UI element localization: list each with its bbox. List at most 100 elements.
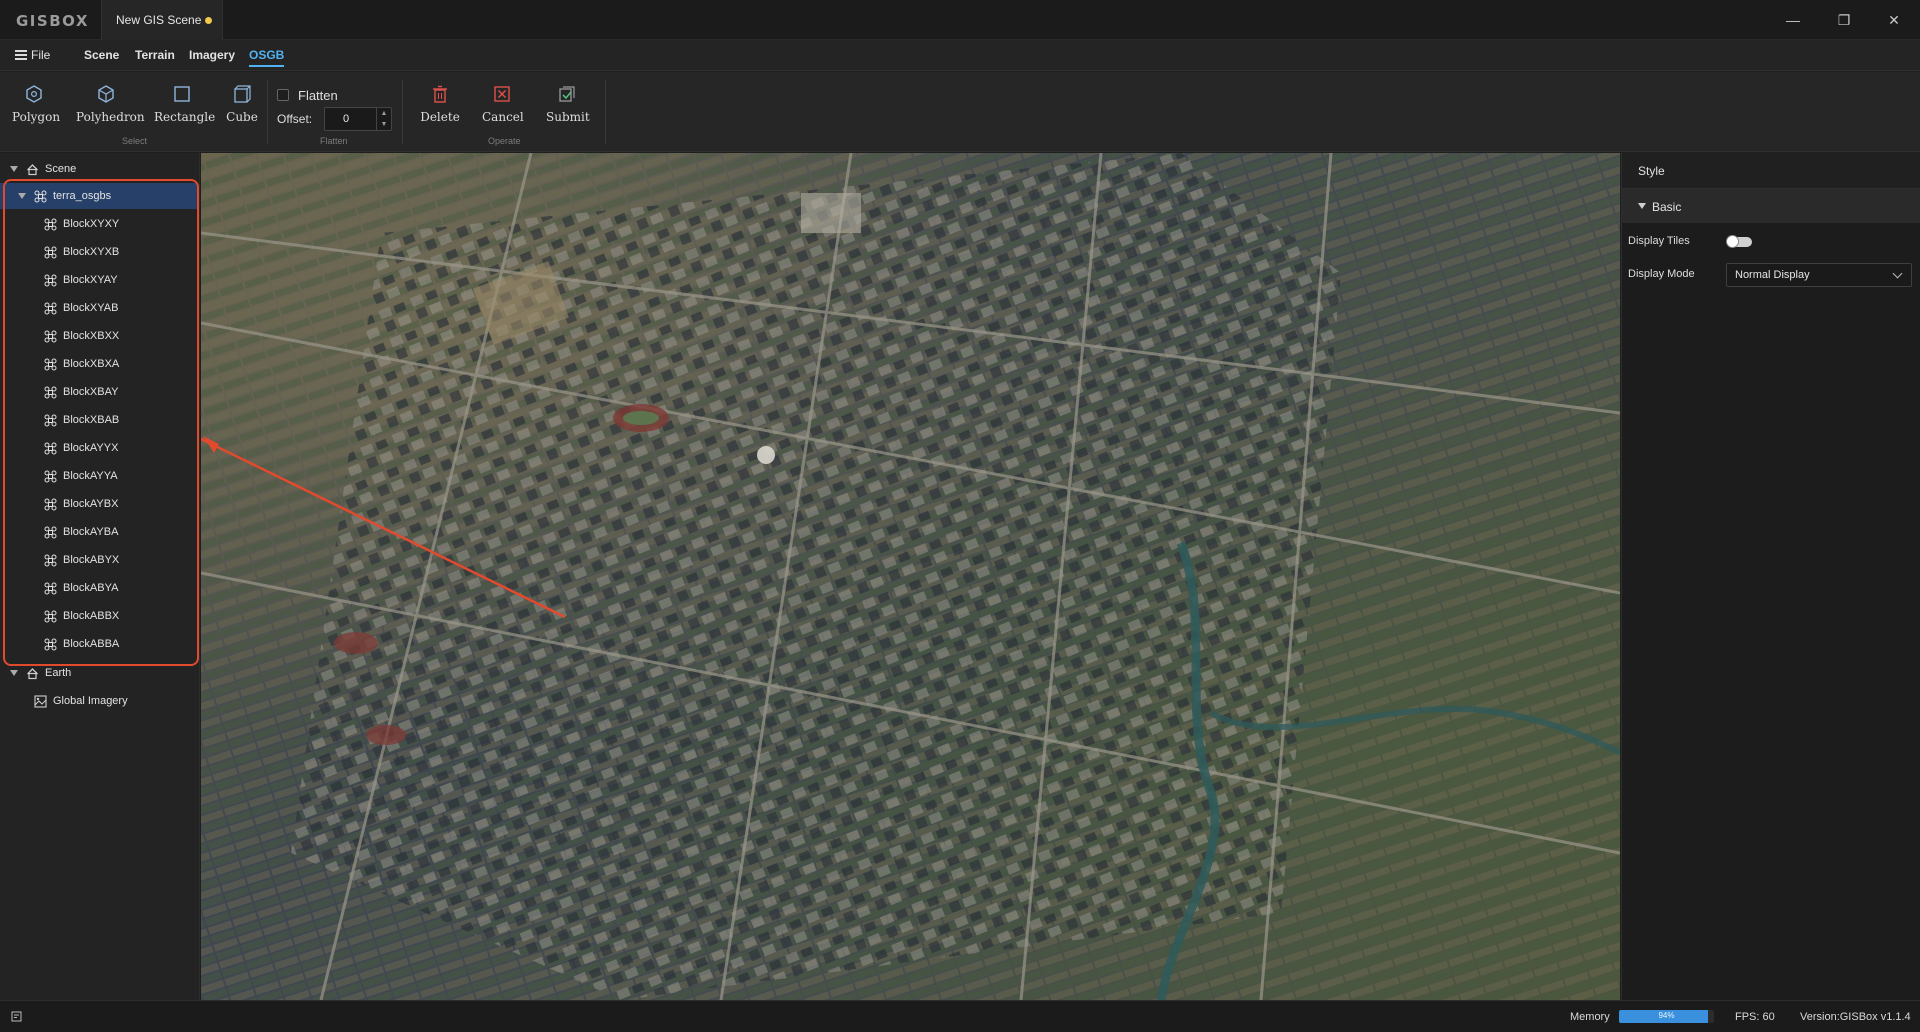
model-icon [44,442,57,454]
display-mode-value: Normal Display [1735,269,1810,281]
model-icon [44,330,57,342]
document-tab[interactable]: New GIS Scene [101,0,223,40]
memory-label: Memory [1570,1011,1610,1023]
toggle-knob [1726,235,1739,248]
properties-panel: Style Basic Display Tiles Display Mode N… [1621,153,1920,1000]
tree-node-label: BlockABBX [63,610,120,622]
tree-node-label: BlockXYAB [63,302,119,314]
tab-osgb[interactable]: OSGB [249,48,285,67]
hamburger-icon [15,50,27,60]
ribbon-divider [402,80,403,144]
model-icon [44,246,57,258]
close-button[interactable]: ✕ [1884,10,1904,30]
stepper-down-icon[interactable]: ▼ [377,119,391,130]
tree-node-block[interactable]: BlockAYBX [0,491,198,517]
tree-node-block[interactable]: BlockABYX [0,547,198,573]
polyhedron-label: Polyhedron [76,110,145,124]
tab-style[interactable]: Style [1638,164,1665,178]
display-mode-select[interactable]: Normal Display [1726,263,1912,287]
tree-node-label: BlockXYXB [63,246,120,258]
document-tab-title: New GIS Scene [116,13,202,27]
tree-node-label: BlockAYBX [63,498,119,510]
tree-node-label: BlockXBXA [63,358,120,370]
minimize-button[interactable]: — [1783,10,1803,30]
basic-section-header[interactable]: Basic [1622,189,1920,223]
app-logo: GISBOX [16,12,89,30]
tab-scene[interactable]: Scene [84,48,119,62]
tree-node-scene[interactable]: Scene [0,156,198,182]
tree-node-block[interactable]: BlockXBXX [0,323,198,349]
tree-node-block[interactable]: BlockXYXB [0,239,198,265]
aerial-city-imagery [201,153,1620,1000]
tree-node-block[interactable]: BlockAYYX [0,435,198,461]
home-icon [27,667,38,679]
display-tiles-toggle[interactable] [1726,235,1752,248]
tree-node-global-imagery[interactable]: Global Imagery [0,688,198,714]
version-label: Version:GISBox v1.1.4 [1800,1011,1911,1023]
expand-caret-icon[interactable] [10,166,18,172]
tree-node-block[interactable]: BlockAYBA [0,519,198,545]
cancel-button[interactable]: Cancel [482,84,524,124]
delete-button[interactable]: Delete [420,84,460,124]
title-bar: GISBOX New GIS Scene — ❐ ✕ [0,0,1920,40]
polygon-button[interactable]: Polygon [12,84,60,124]
polyhedron-button[interactable]: Polyhedron [76,84,145,124]
tree-node-block[interactable]: BlockABBA [0,631,198,657]
tree-node-label: Global Imagery [53,695,128,707]
expand-caret-icon[interactable] [10,670,18,676]
flatten-checkbox[interactable] [277,89,289,101]
display-mode-label: Display Mode [1628,268,1695,280]
tree-node-label: BlockXBAY [63,386,119,398]
rectangle-label: Rectangle [154,110,216,124]
status-bar: Memory 94% FPS: 60 Version:GISBox v1.1.4 [0,1000,1920,1032]
tree-node-label: Earth [45,667,72,679]
tree-node-block[interactable]: BlockAYYA [0,463,198,489]
tab-imagery[interactable]: Imagery [189,48,235,62]
offset-label: Offset: [277,112,313,126]
model-icon [44,554,57,566]
tree-node-block[interactable]: BlockXYAB [0,295,198,321]
tree-node-block[interactable]: BlockABYA [0,575,198,601]
ribbon-divider [605,80,606,144]
log-icon[interactable] [11,1011,22,1022]
delete-label: Delete [420,110,460,124]
flatten-label: Flatten [298,88,338,103]
tab-terrain[interactable]: Terrain [135,48,175,62]
expand-caret-icon[interactable] [18,193,26,199]
display-tiles-label: Display Tiles [1628,235,1690,247]
submit-label: Submit [546,110,590,124]
polygon-icon [26,85,42,103]
properties-tabbar: Style [1622,153,1920,189]
model-icon [44,526,57,538]
file-menu-label: File [31,48,51,62]
tree-node-block[interactable]: BlockXBAB [0,407,198,433]
fps-readout: FPS: 60 [1735,1011,1775,1023]
cancel-label: Cancel [482,110,524,124]
tree-node-terra-osgbs[interactable]: terra_osgbs [0,183,198,209]
select-group-label: Select [122,136,148,146]
offset-stepper[interactable]: ▲ ▼ [376,108,391,130]
operate-group-label: Operate [488,136,521,146]
cube-button[interactable]: Cube [225,84,259,124]
tree-node-block[interactable]: BlockXBAY [0,379,198,405]
restore-button[interactable]: ❐ [1834,10,1854,30]
tree-node-block[interactable]: BlockXYXY [0,211,198,237]
scene-tree-panel: Scene terra_osgbs BlockXYXY BlockXYXB Bloc… [0,153,200,1000]
basic-section-label: Basic [1652,200,1682,214]
submit-icon [559,86,575,102]
file-menu[interactable]: File [0,40,56,70]
tree-node-block[interactable]: BlockXYAY [0,267,198,293]
tree-node-label: BlockXBXX [63,330,120,342]
imagery-icon [34,694,47,708]
submit-button[interactable]: Submit [546,84,590,124]
tree-node-block[interactable]: BlockXBXA [0,351,198,377]
map-viewport[interactable] [201,153,1620,1000]
cube-icon [234,85,251,103]
tree-node-earth[interactable]: Earth [0,660,198,686]
rectangle-button[interactable]: Rectangle [154,84,215,124]
stepper-up-icon[interactable]: ▲ [377,108,391,119]
tree-node-block[interactable]: BlockABBX [0,603,198,629]
offset-input[interactable]: 0 ▲ ▼ [324,107,392,131]
collapse-caret-icon [1638,203,1646,209]
flatten-group-label: Flatten [320,136,348,146]
